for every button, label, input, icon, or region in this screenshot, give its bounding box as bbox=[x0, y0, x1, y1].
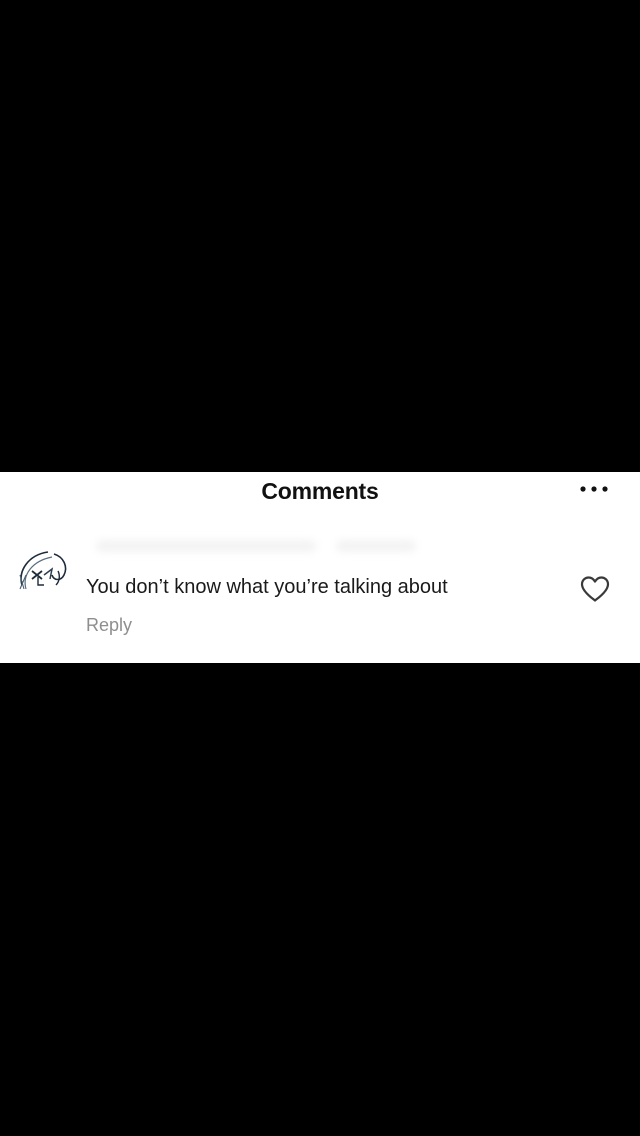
like-button[interactable] bbox=[579, 575, 611, 603]
drawn-avatar-icon bbox=[15, 546, 71, 602]
heart-outline-icon bbox=[580, 576, 610, 602]
screen: Comments You don’t know what you’re talk… bbox=[0, 0, 640, 1136]
more-horizontal-icon bbox=[580, 486, 608, 492]
more-options-button[interactable] bbox=[578, 477, 610, 501]
avatar[interactable] bbox=[14, 545, 72, 603]
reply-button[interactable]: Reply bbox=[86, 615, 132, 636]
comments-header: Comments bbox=[0, 472, 640, 512]
comment-row: You don’t know what you’re talking about… bbox=[0, 544, 640, 654]
page-title: Comments bbox=[261, 478, 379, 504]
comment-text: You don’t know what you’re talking about bbox=[86, 576, 448, 598]
comments-card: Comments You don’t know what you’re talk… bbox=[0, 472, 640, 663]
